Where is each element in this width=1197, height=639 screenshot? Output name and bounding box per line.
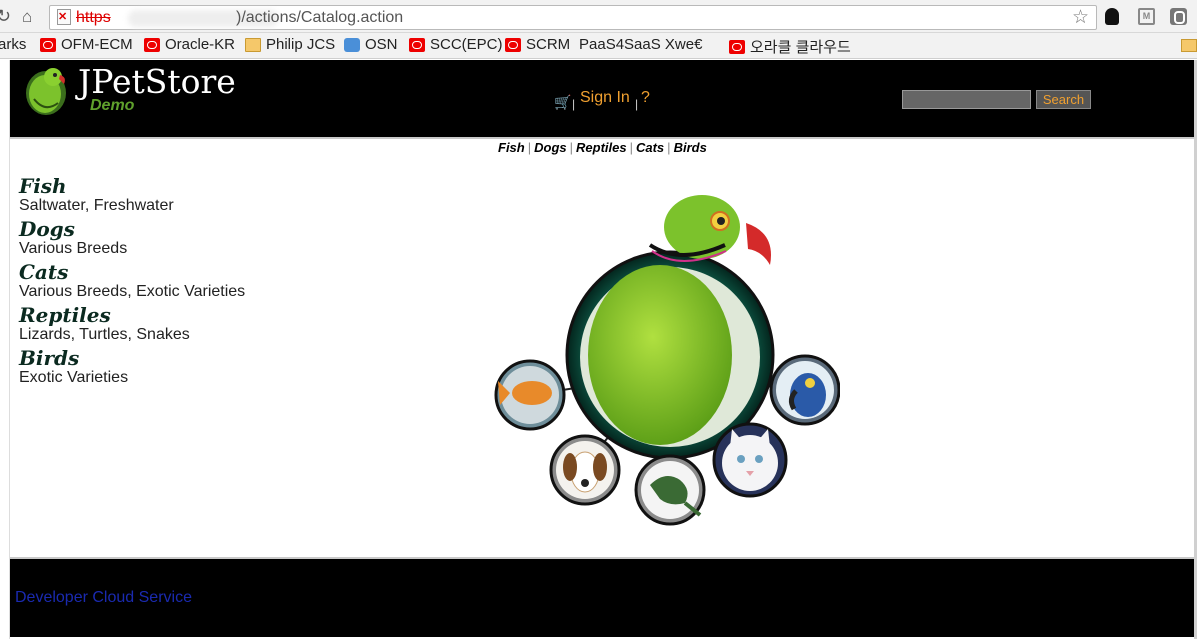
reload-icon[interactable]: ↻ bbox=[0, 6, 11, 27]
quicklink-birds[interactable]: Birds bbox=[674, 140, 707, 155]
developer-cloud-service-link[interactable]: Developer Cloud Service bbox=[15, 589, 192, 607]
category-link-birds[interactable]: Birds bbox=[19, 346, 319, 370]
url-protocol: https bbox=[76, 9, 111, 26]
birds-macaw-thumbnail[interactable] bbox=[769, 354, 840, 426]
bookmark-item[interactable]: OSN bbox=[344, 36, 398, 53]
category-description: Various Breeds bbox=[19, 240, 128, 257]
category-link-cats[interactable]: Cats bbox=[19, 260, 319, 284]
site-logo-title[interactable]: JPetStore bbox=[78, 62, 236, 101]
sign-in-link[interactable]: Sign In bbox=[580, 89, 630, 107]
chat-icon bbox=[344, 37, 360, 52]
bookmark-item[interactable]: SCRM bbox=[505, 36, 570, 53]
reptiles-thumbnail[interactable] bbox=[634, 454, 706, 526]
oracle-icon bbox=[40, 37, 56, 52]
category-image-map bbox=[494, 195, 840, 526]
quicklink-separator: | bbox=[569, 140, 574, 155]
oracle-icon bbox=[144, 37, 160, 52]
category-description: Exotic Varieties bbox=[19, 369, 129, 386]
oracle-icon bbox=[409, 37, 425, 52]
cart-icon[interactable]: 🛒 bbox=[554, 94, 571, 111]
quicklink-dogs[interactable]: Dogs bbox=[534, 140, 567, 155]
category-description: Lizards, Turtles, Snakes bbox=[19, 326, 190, 343]
category-link-dogs[interactable]: Dogs bbox=[19, 217, 319, 241]
bookmark-star-icon[interactable]: ☆ bbox=[1072, 6, 1089, 29]
parrot-logo-icon[interactable] bbox=[20, 63, 70, 117]
address-bar[interactable]: https )/actions/Catalog.action bbox=[49, 5, 1097, 30]
bookmark-item[interactable]: Oracle-KR bbox=[144, 36, 235, 53]
quicklink-cats[interactable]: Cats bbox=[636, 140, 664, 155]
bookmark-item[interactable]: PaaS4SaaS Xwe€ bbox=[579, 36, 702, 110]
home-icon[interactable]: ⌂ bbox=[22, 7, 32, 27]
bookmark-item[interactable]: OFM-ECM bbox=[40, 36, 133, 53]
search-button[interactable]: Search bbox=[1036, 90, 1091, 109]
fish-thumbnail[interactable] bbox=[494, 359, 566, 431]
help-link[interactable]: ? bbox=[641, 89, 650, 107]
quicklink-reptiles[interactable]: Reptiles bbox=[576, 140, 627, 155]
category-sidebar: Fish Saltwater, Freshwater Dogs Various … bbox=[19, 174, 319, 389]
bookmark-item[interactable]: SCC(EPC) bbox=[409, 36, 503, 53]
jpetstore-page: JPetStore Demo 🛒 | Sign In | ? Search Fi… bbox=[10, 60, 1194, 639]
site-logo-subtitle: Demo bbox=[90, 97, 135, 114]
search-input[interactable] bbox=[902, 90, 1031, 109]
cats-thumbnail[interactable] bbox=[712, 422, 788, 498]
left-edge bbox=[0, 60, 10, 639]
quicklink-separator: | bbox=[629, 140, 633, 155]
extension-shield-icon[interactable] bbox=[1170, 8, 1187, 25]
header-separator: | bbox=[635, 97, 639, 111]
bookmark-item[interactable]: Philip JCS bbox=[245, 36, 335, 53]
insecure-page-icon[interactable] bbox=[57, 9, 71, 25]
header-separator: | bbox=[572, 97, 576, 111]
extension-m-icon[interactable]: M bbox=[1138, 8, 1155, 25]
quicklink-separator: | bbox=[667, 140, 671, 155]
header-divider bbox=[10, 137, 1194, 139]
site-footer: Developer Cloud Service bbox=[10, 559, 1194, 637]
category-description: Various Breeds, Exotic Varieties bbox=[19, 283, 246, 300]
extension-keyhole-icon[interactable] bbox=[1105, 8, 1119, 25]
quicklink-fish[interactable]: Fish bbox=[498, 140, 525, 155]
folder-icon bbox=[245, 37, 261, 52]
dogs-thumbnail[interactable] bbox=[549, 434, 621, 506]
oracle-icon bbox=[505, 37, 521, 52]
bookmark-item[interactable]: arks bbox=[0, 36, 26, 53]
bookmark-item[interactable]: 오라클 클라우드 bbox=[729, 36, 851, 57]
other-bookmarks-folder-icon[interactable] bbox=[1181, 39, 1197, 52]
category-link-fish[interactable]: Fish bbox=[19, 174, 319, 198]
bookmarks-bar: arks OFM-ECM Oracle-KR Philip JCS OSN SC… bbox=[0, 33, 1197, 110]
url-path: )/actions/Catalog.action bbox=[236, 9, 404, 26]
site-header: JPetStore Demo 🛒 | Sign In | ? Search bbox=[10, 60, 1194, 137]
category-link-reptiles[interactable]: Reptiles bbox=[19, 303, 319, 327]
category-description: Saltwater, Freshwater bbox=[19, 197, 174, 214]
quick-links: Fish | Dogs | Reptiles | Cats | Birds bbox=[498, 140, 707, 155]
browser-toolbar: ↻ ⌂ https )/actions/Catalog.action ☆ M bbox=[0, 0, 1197, 33]
quicklink-separator: | bbox=[527, 140, 532, 155]
oracle-icon bbox=[729, 39, 745, 54]
